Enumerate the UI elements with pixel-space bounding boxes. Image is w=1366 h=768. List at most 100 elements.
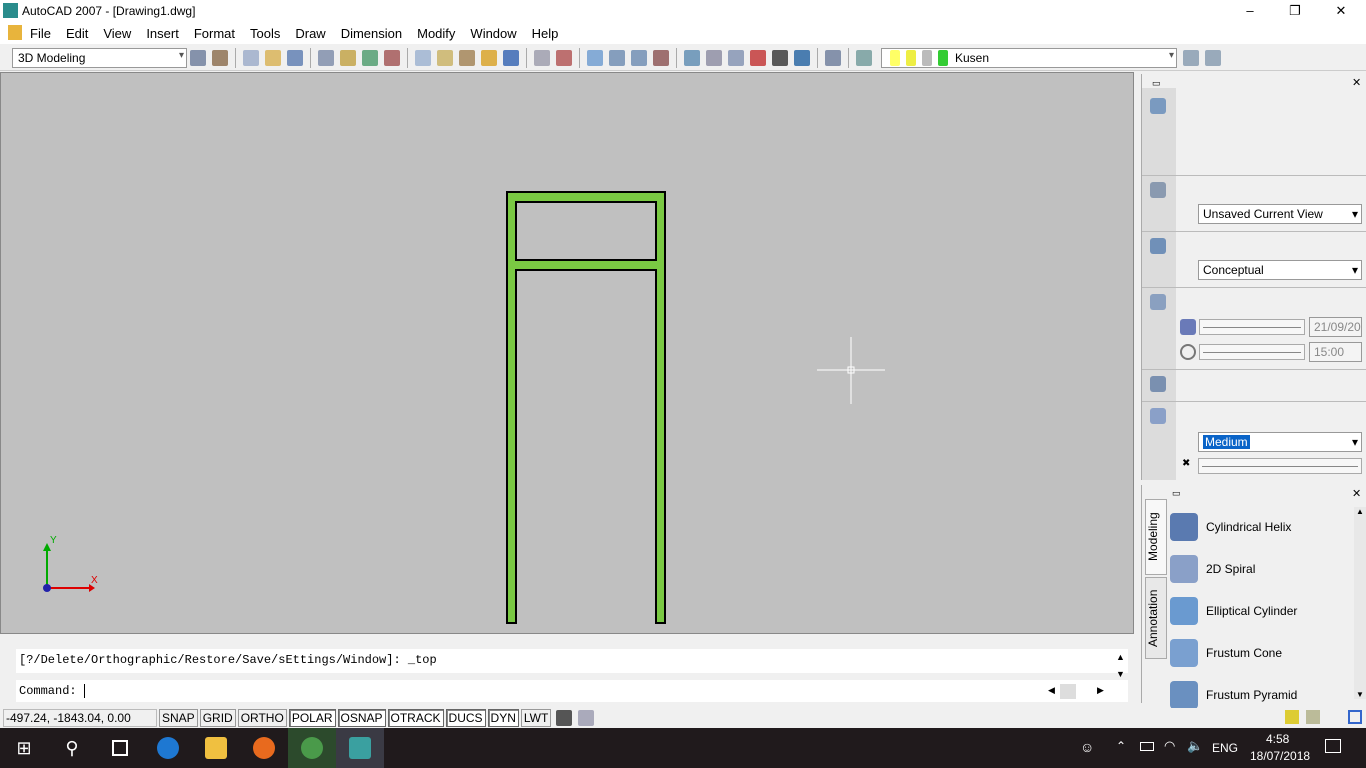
volume-icon[interactable]: 🔈 xyxy=(1187,738,1203,754)
clock-time[interactable]: 4:58 xyxy=(1266,732,1289,746)
palette-item-frustum-cone[interactable]: Frustum Cone xyxy=(1170,633,1282,673)
view-dropdown[interactable]: Unsaved Current View ▾ xyxy=(1198,204,1362,224)
paste-icon[interactable] xyxy=(459,49,475,66)
menu-draw[interactable]: Draw xyxy=(295,26,325,41)
layout-icon[interactable] xyxy=(578,710,595,726)
zoom-realtime-icon[interactable] xyxy=(609,49,625,66)
toggle-dyn[interactable]: DYN xyxy=(487,709,519,727)
block-editor-icon[interactable] xyxy=(503,49,519,66)
battery-icon[interactable] xyxy=(1140,742,1154,751)
tab-modeling[interactable]: Modeling xyxy=(1145,499,1167,575)
edge-button[interactable] xyxy=(144,728,192,768)
search-button[interactable]: ⚲ xyxy=(48,728,96,768)
tab-annotation[interactable]: Annotation xyxy=(1145,577,1167,659)
render-quality-dropdown[interactable]: Medium ▾ xyxy=(1198,432,1362,452)
cut-icon[interactable] xyxy=(415,49,431,66)
tray-chevron-icon[interactable]: ⌃ xyxy=(1116,739,1126,753)
pan-icon[interactable] xyxy=(587,49,603,66)
menu-modify[interactable]: Modify xyxy=(417,26,455,41)
open-icon[interactable] xyxy=(265,49,281,66)
palette-minimize-icon[interactable]: ▭ xyxy=(1172,488,1181,499)
plot-icon[interactable] xyxy=(318,49,334,66)
drawing-canvas[interactable]: X Y xyxy=(0,72,1134,634)
publish-icon[interactable] xyxy=(362,49,378,66)
toggle-otrack[interactable]: OTRACK xyxy=(387,709,444,727)
menu-window[interactable]: Window xyxy=(470,26,516,41)
3d-dwf-icon[interactable] xyxy=(384,49,400,66)
task-view-button[interactable] xyxy=(96,728,144,768)
markup-icon[interactable] xyxy=(772,49,788,66)
palette-item-elliptical-cylinder[interactable]: Elliptical Cylinder xyxy=(1170,591,1297,631)
clock-date[interactable]: 18/07/2018 xyxy=(1250,749,1310,763)
model-icon[interactable] xyxy=(556,710,573,726)
sheet-set-icon[interactable] xyxy=(750,49,766,66)
time-slider[interactable] xyxy=(1199,344,1305,360)
people-icon[interactable]: ☺ xyxy=(1080,739,1094,755)
palette-scrollbar[interactable]: ▲ ▼ xyxy=(1354,507,1366,699)
menu-format[interactable]: Format xyxy=(194,26,235,41)
minimize-button[interactable]: – xyxy=(1227,0,1273,22)
date-slider[interactable] xyxy=(1199,319,1305,335)
toggle-osnap[interactable]: OSNAP xyxy=(337,709,386,727)
language-indicator[interactable]: ENG xyxy=(1212,741,1238,755)
new-icon[interactable] xyxy=(243,49,259,66)
notifications-icon[interactable] xyxy=(1325,739,1341,753)
layer-dropdown[interactable]: Kusen ▾ xyxy=(881,47,1177,68)
copy-icon[interactable] xyxy=(437,49,453,66)
time-field[interactable]: 15:00 xyxy=(1309,342,1362,362)
menu-file[interactable]: File xyxy=(30,26,51,41)
menu-help[interactable]: Help xyxy=(532,26,559,41)
make-current-layer-icon[interactable] xyxy=(1183,49,1199,66)
scroll-left-icon[interactable]: ◀ xyxy=(1048,685,1055,696)
start-button[interactable]: ⊞ xyxy=(0,728,48,768)
menu-tools[interactable]: Tools xyxy=(250,26,280,41)
close-button[interactable]: ✕ xyxy=(1318,0,1364,22)
help-icon[interactable] xyxy=(825,49,841,66)
door-frame[interactable] xyxy=(506,191,666,624)
date-field[interactable]: 21/09/20 xyxy=(1309,317,1362,337)
toggle-ducs[interactable]: DUCS xyxy=(445,709,486,727)
comm-center-icon[interactable] xyxy=(1285,710,1299,724)
workspace-settings-icon[interactable] xyxy=(190,49,206,66)
scroll-up-icon[interactable]: ▲ xyxy=(1116,652,1125,662)
scroll-right-icon[interactable]: ▶ xyxy=(1097,685,1104,696)
plot-preview-icon[interactable] xyxy=(340,49,356,66)
menu-insert[interactable]: Insert xyxy=(146,26,179,41)
menu-view[interactable]: View xyxy=(103,26,131,41)
menu-dimension[interactable]: Dimension xyxy=(341,26,402,41)
file-explorer-button[interactable] xyxy=(192,728,240,768)
layer-manager-icon[interactable] xyxy=(856,49,872,66)
visual-style-dropdown[interactable]: Conceptual ▾ xyxy=(1198,260,1362,280)
restore-button[interactable]: ❐ xyxy=(1272,0,1318,22)
design-center-icon[interactable] xyxy=(706,49,722,66)
tool-palettes-icon[interactable] xyxy=(728,49,744,66)
undo-icon[interactable] xyxy=(534,49,550,66)
command-input[interactable]: Command: xyxy=(16,680,1128,702)
lock-icon[interactable] xyxy=(1306,710,1320,724)
palette-item-2d-spiral[interactable]: 2D Spiral xyxy=(1170,549,1255,589)
zoom-window-icon[interactable] xyxy=(631,49,647,66)
toggle-snap[interactable]: SNAP xyxy=(159,709,198,727)
redo-icon[interactable] xyxy=(556,49,572,66)
palette-close-icon[interactable]: ✕ xyxy=(1352,487,1361,500)
toggle-lwt[interactable]: LWT xyxy=(520,709,552,727)
idm-button[interactable] xyxy=(288,728,336,768)
zoom-previous-icon[interactable] xyxy=(653,49,669,66)
match-properties-icon[interactable] xyxy=(481,49,497,66)
toggle-grid[interactable]: GRID xyxy=(199,709,236,727)
toggle-ortho[interactable]: ORTHO xyxy=(237,709,287,727)
menu-edit[interactable]: Edit xyxy=(66,26,88,41)
clean-screen-icon[interactable] xyxy=(1348,710,1362,724)
firefox-button[interactable] xyxy=(240,728,288,768)
horizontal-scroll-thumb[interactable] xyxy=(1060,684,1076,699)
close-icon[interactable]: ✖ xyxy=(1182,458,1190,469)
toggle-polar[interactable]: POLAR xyxy=(288,709,336,727)
wifi-icon[interactable]: ◠ xyxy=(1164,738,1175,754)
workspace-dropdown[interactable]: 3D Modeling ▾ xyxy=(12,47,187,68)
save-icon[interactable] xyxy=(287,49,303,66)
my-workspace-icon[interactable] xyxy=(212,49,228,66)
properties-icon[interactable] xyxy=(684,49,700,66)
calculator-icon[interactable] xyxy=(794,49,810,66)
autocad-taskbar-button[interactable] xyxy=(336,728,384,768)
scroll-down-icon[interactable]: ▼ xyxy=(1116,669,1125,679)
